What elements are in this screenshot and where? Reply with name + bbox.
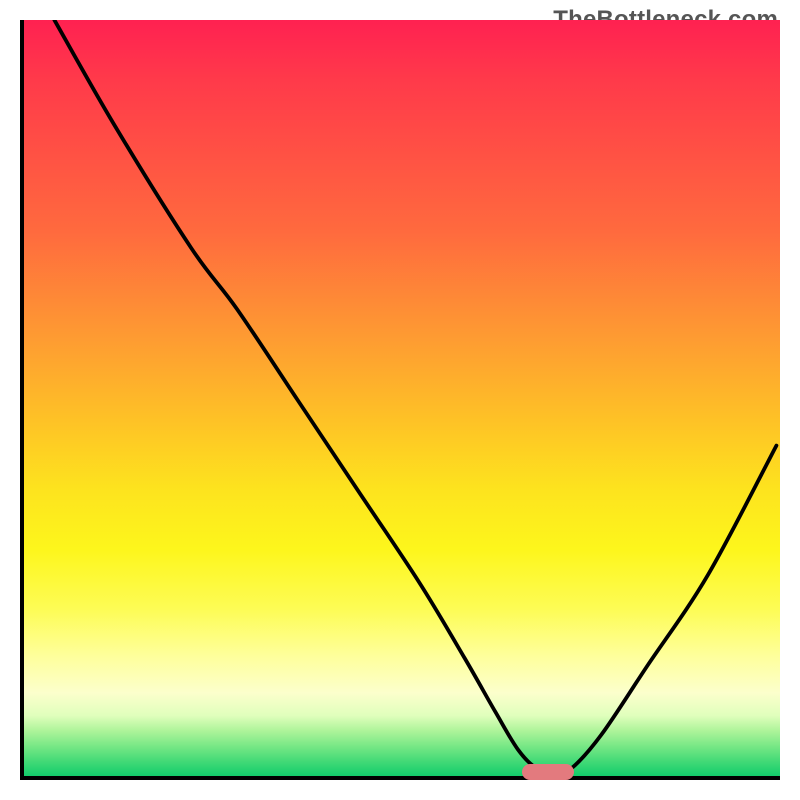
plot-area — [20, 20, 780, 780]
optimal-marker — [522, 764, 574, 780]
chart-container: TheBottleneck.com — [0, 0, 800, 800]
background-gradient — [24, 20, 780, 776]
